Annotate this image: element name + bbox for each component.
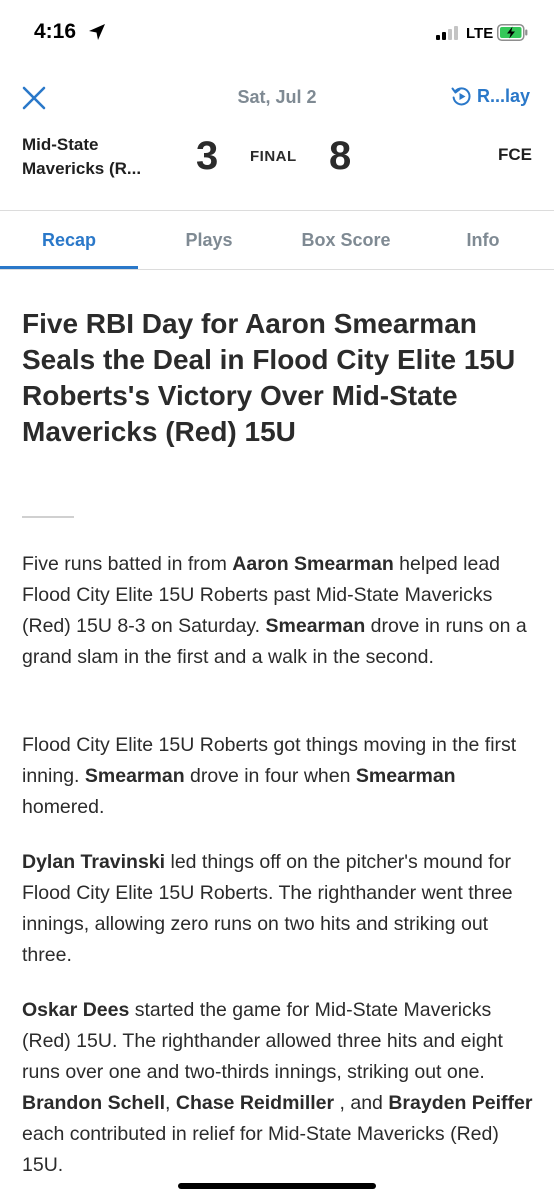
article-paragraph-4: Oskar Dees started the game for Mid-Stat… xyxy=(22,995,534,1181)
home-team-line-1: Mid-State xyxy=(22,135,99,154)
player-name: Smearman xyxy=(265,615,366,637)
battery-charging-icon xyxy=(497,24,528,41)
text-run: , and xyxy=(334,1092,389,1114)
player-name: Dylan Travinski xyxy=(22,851,166,873)
player-name: Aaron Smearman xyxy=(232,553,394,575)
home-indicator[interactable] xyxy=(178,1183,376,1189)
home-team-name[interactable]: Mid-State Mavericks (R... xyxy=(22,133,141,181)
article-paragraph-1: Five runs batted in from Aaron Smearman … xyxy=(22,549,534,673)
player-name: Smearman xyxy=(355,765,456,787)
headline-divider xyxy=(22,516,74,518)
player-name: Brandon Schell xyxy=(22,1092,166,1114)
away-team-name[interactable]: FCE xyxy=(498,145,532,165)
player-name: Brayden Peiffer xyxy=(388,1092,533,1114)
text-run: drove in four when xyxy=(184,765,356,787)
player-name: Smearman xyxy=(84,765,185,787)
text-run: homered. xyxy=(22,796,105,818)
game-status: FINAL xyxy=(250,148,297,165)
article-paragraph-2: Flood City Elite 15U Roberts got things … xyxy=(22,730,534,823)
text-run: each contributed in relief for Mid-State… xyxy=(22,1123,499,1176)
article-headline: Five RBI Day for Aaron Smearman Seals th… xyxy=(22,308,516,447)
cellular-signal-icon xyxy=(436,26,458,40)
tab-info[interactable]: Info xyxy=(412,211,554,269)
article-paragraph-3: Dylan Travinski led things off on the pi… xyxy=(22,847,534,971)
tabs-divider xyxy=(0,269,554,270)
home-team-line-2: Mavericks (R... xyxy=(22,159,142,178)
tab-plays[interactable]: Plays xyxy=(138,211,280,269)
home-score: 3 xyxy=(196,134,219,178)
player-name: Chase Reidmiller xyxy=(175,1092,335,1114)
tab-bar: Recap Plays Box Score Info xyxy=(0,211,554,269)
location-arrow-icon xyxy=(89,24,105,40)
away-score: 8 xyxy=(329,134,352,178)
replay-button[interactable]: R...lay xyxy=(451,86,530,107)
player-name: Oskar Dees xyxy=(22,999,130,1021)
text-run: , xyxy=(165,1092,176,1114)
recap-screen: 4:16 LTE Sat, Jul 2 R...lay Mid-State Ma… xyxy=(0,0,554,1200)
text-run: Five runs batted in from xyxy=(22,553,233,575)
replay-icon xyxy=(451,87,471,106)
tab-box-score[interactable]: Box Score xyxy=(280,211,412,269)
status-bar: 4:16 LTE xyxy=(0,0,554,66)
network-type: LTE xyxy=(466,25,494,42)
status-time: 4:16 xyxy=(34,20,77,43)
tab-recap[interactable]: Recap xyxy=(0,211,138,269)
replay-label: R...lay xyxy=(476,86,530,106)
